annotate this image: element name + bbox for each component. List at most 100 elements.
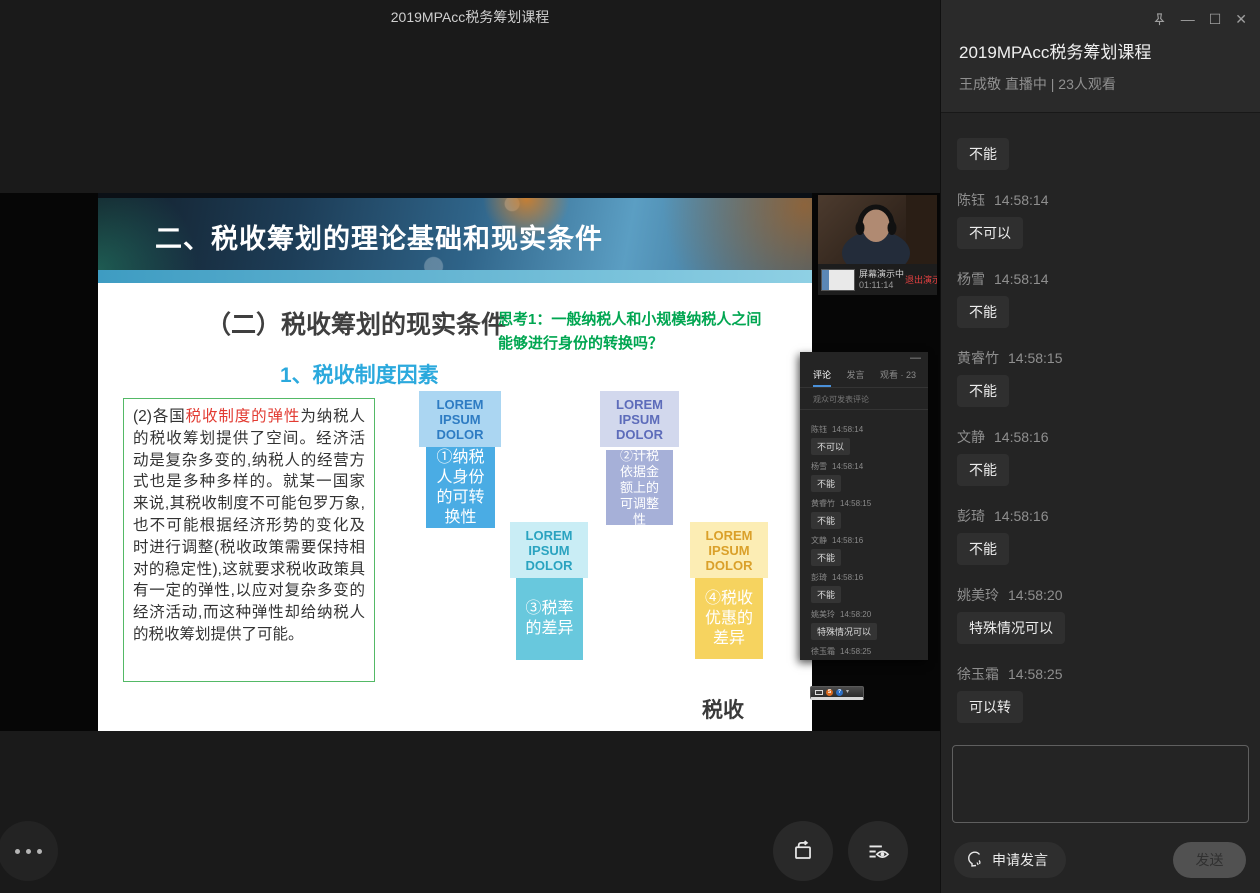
capture-record-icon: S [826,689,833,696]
chat-author: 黄睿竹 [957,350,999,366]
mini-chat-bubble: 不可以 [811,438,850,455]
chat-input[interactable] [952,745,1249,823]
slide-banner: 二、税收筹划的理论基础和现实条件 [98,198,812,270]
chat-bubble: 不可以 [957,217,1023,249]
chat-author: 杨雪 [957,271,985,287]
share-elapsed-time: 01:11:14 [859,280,904,291]
chat-message: 文静14:58:16不能 [957,427,1244,506]
slide-card-header: LOREM IPSUM DOLOR [600,391,679,447]
viewer-list-button[interactable] [848,821,908,881]
mini-chat-panel: — 评论发言观看 · 23 观众可发表评论 陈钰14:58:14不可以杨雪14:… [800,352,928,660]
presenter-silhouette [818,195,937,264]
stream-title: 2019MPAcc税务筹划课程 [959,38,1151,63]
chat-timestamp: 14:58:20 [1008,587,1063,603]
maximize-icon[interactable]: ☐ [1209,10,1222,28]
more-dot [26,849,31,854]
chat-bubble: 可以转 [957,691,1023,723]
chat-message: 陈钰 14:58:14 不可以 [957,190,1244,269]
share-status-label: 屏幕演示中 [859,269,904,280]
chat-composer: 申请发言 发送 [941,733,1260,893]
switch-screen-button[interactable] [773,821,833,881]
exit-share-button[interactable]: 退出演示 [904,273,937,286]
webcam-thumbnail[interactable] [818,195,937,264]
close-icon[interactable]: ✕ [1235,10,1247,28]
chat-bubble: 特殊情况可以 [957,612,1065,644]
chat-bubble: 不能 [957,296,1009,328]
chat-timestamp: 14:58:14 [994,271,1049,287]
paragraph-prefix: (2)各国 [133,408,186,425]
mini-chat-author-time: 彭琦14:58:16 [811,572,917,583]
slide-footer-text: 税收 [702,694,744,724]
mini-chat-message-list: 陈钰14:58:14不可以杨雪14:58:14不能黄睿竹14:58:15不能文静… [800,410,928,660]
slide-banner-underline [98,270,812,283]
chat-message: 杨雪 14:58:14 不能 [957,269,1244,348]
slide-section-title: （二）税收筹划的现实条件 [206,305,506,341]
mini-chat-author-time: 黄睿竹14:58:15 [811,498,917,509]
video-player[interactable]: 二、税收筹划的理论基础和现实条件 （二）税收筹划的现实条件 1、税收制度因素 思… [0,193,940,731]
capture-caret-icon: ▾ [846,689,849,696]
paragraph-rest: 为纳税人的税收筹划提供了空间。经济活动是复杂多变的,纳税人的经营方式也是多种多样… [133,408,365,643]
speak-icon [966,850,986,870]
mini-chat-minimize-icon[interactable]: — [910,352,921,364]
chat-timestamp: 14:58:15 [1008,350,1063,366]
slide-banner-title: 二、税收筹划的理论基础和现实条件 [155,217,603,256]
slide-card-label: ①纳税人身份的可转换性 [426,447,495,528]
mini-chat-bubble: 不能 [811,586,841,603]
chat-author: 彭琦 [957,508,985,524]
mini-chat-author-time: 徐玉霜14:58:25 [811,646,917,657]
slide-subsection-title: 1、税收制度因素 [280,359,439,389]
chat-bubble: 不能 [957,454,1009,486]
slide-card-header: LOREM IPSUM DOLOR [690,522,768,578]
send-button[interactable]: 发送 [1173,842,1246,878]
chat-author: 徐玉霜 [957,666,999,682]
viewer-list-icon [865,838,892,865]
mini-chat-bubble: 特殊情况可以 [811,623,877,640]
slide-card-header: LOREM IPSUM DOLOR [419,391,501,447]
mini-chat-author-time: 杨雪14:58:14 [811,461,917,472]
slide-card-label: ④税收优惠的差异 [695,578,763,659]
mini-chat-tab[interactable]: 发言 [846,368,864,387]
chat-author: 姚美玲 [957,587,999,603]
chat-message: 不能 [957,138,1244,190]
chat-message: 彭琦14:58:16不能 [957,506,1244,585]
slide-card-header: LOREM IPSUM DOLOR [510,522,588,578]
mini-chat-bubble: 不能 [811,475,841,492]
chat-timestamp: 14:58:14 [994,192,1049,208]
chat-author: 文静 [957,429,985,445]
presentation-slide: 二、税收筹划的理论基础和现实条件 （二）税收筹划的现实条件 1、税收制度因素 思… [98,193,812,731]
request-speak-label: 申请发言 [992,850,1048,870]
request-speak-button[interactable]: 申请发言 [954,842,1066,878]
slide-question-line1: 思考1：一般纳税人和小规模纳税人之间 [498,308,761,332]
app-window: 2019MPAcc税务筹划课程 二、税收筹划的理论基础和现实条件 （二）税收筹划… [0,0,1260,893]
mini-chat-bubble: 不能 [811,512,841,529]
slide-question: 思考1：一般纳税人和小规模纳税人之间 能够进行身份的转换吗？ [498,308,761,356]
mini-chat-author-time: 文静14:58:16 [811,535,917,546]
chat-message: 徐玉霜 14:58:25 可以转 [957,664,1244,733]
share-screen-thumbnail [821,269,855,291]
mini-chat-tabs: 评论发言观看 · 23 [800,352,928,387]
main-stage: 2019MPAcc税务筹划课程 二、税收筹划的理论基础和现实条件 （二）税收筹划… [0,0,940,893]
switch-screen-icon [790,838,816,864]
pin-icon[interactable] [1152,12,1167,27]
mini-chat-author-time: 陈钰14:58:14 [811,424,917,435]
mini-chat-tab[interactable]: 观看 · 23 [880,368,916,387]
slide-question-line2: 能够进行身份的转换吗？ [498,332,761,356]
stream-status-line: 王成敬 直播中 | 23人观看 [959,74,1116,94]
chat-bubble: 不能 [957,533,1009,565]
mini-chat-tab[interactable]: 评论 [813,368,831,387]
capture-toolbar[interactable]: S ? ▾ [810,686,864,700]
more-dot [37,849,42,854]
capture-help-icon: ? [836,689,843,696]
chat-author: 陈钰 [957,192,985,208]
minimize-icon[interactable]: — [1181,10,1195,28]
mini-chat-bubble: 不能 [811,549,841,566]
sidebar-header: — ☐ ✕ 2019MPAcc税务筹划课程 王成敬 直播中 | 23人观看 [941,0,1260,113]
capture-window-icon [815,690,823,695]
slide-card-label: ③税率的差异 [516,578,583,660]
more-options-button[interactable] [0,821,58,881]
chat-bubble: 不能 [957,375,1009,407]
chat-message: 姚美玲 14:58:20 特殊情况可以 [957,585,1244,664]
chat-message: 黄睿竹 14:58:15 不能 [957,348,1244,427]
chat-message-list[interactable]: 不能陈钰14:58:14不可以杨雪14:58:14不能黄睿竹14:58:15不能… [941,113,1260,733]
chat-timestamp: 14:58:25 [1008,666,1063,682]
